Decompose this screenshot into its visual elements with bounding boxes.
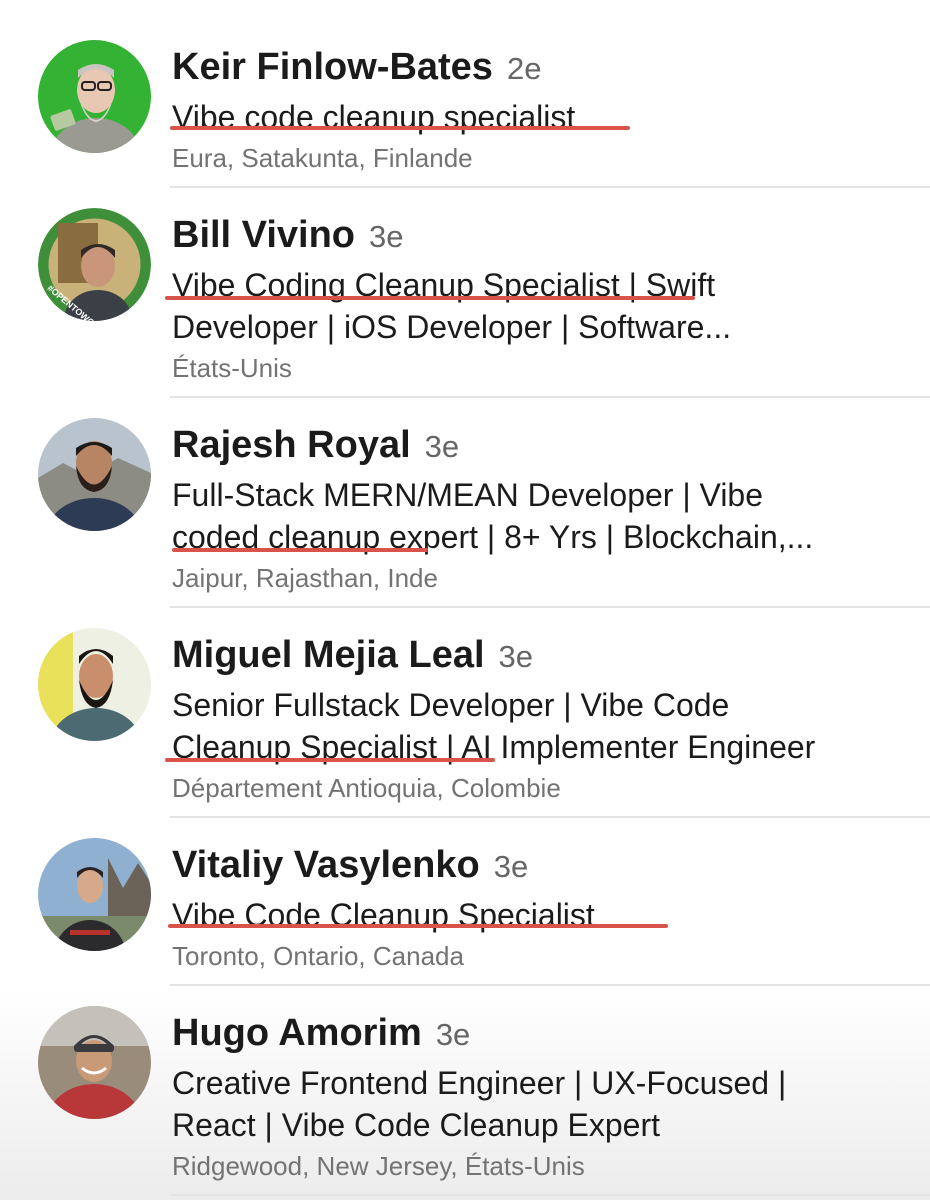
profile-name[interactable]: Bill Vivino (172, 214, 355, 256)
headline-line: Senior Fullstack Developer | Vibe Code (172, 687, 730, 723)
profile-name-row[interactable]: Keir Finlow-Bates 2e (172, 42, 910, 94)
headline-line: Vibe code cleanup specialist (172, 99, 576, 135)
list-item[interactable]: Hugo Amorim 3e Creative Frontend Engineer… (0, 986, 930, 1200)
profile-name[interactable]: Keir Finlow-Bates (172, 46, 493, 88)
connection-degree: 3e (369, 219, 404, 254)
headline-line: React | Vibe Code Cleanup Expert (172, 1107, 661, 1143)
search-results-list: Keir Finlow-Bates 2e Vibe code cleanup sp… (0, 0, 930, 1200)
person-avatar-icon (38, 1006, 151, 1119)
highlight-underline (165, 758, 495, 762)
profile-headline: Senior Fullstack Developer | Vibe Code C… (172, 684, 910, 768)
headline-line: Creative Frontend Engineer | UX-Focused … (172, 1065, 787, 1101)
headline-line: Developer | iOS Developer | Software... (172, 309, 732, 345)
headline-line: Vibe Code Cleanup Specialist (172, 897, 595, 933)
profile-name-row[interactable]: Bill Vivino 3e (172, 210, 910, 262)
profile-headline: Full-Stack MERN/MEAN Developer | Vibe co… (172, 474, 910, 558)
profile-location: États-Unis (172, 353, 292, 383)
list-item[interactable]: Keir Finlow-Bates 2e Vibe code cleanup sp… (0, 20, 930, 188)
highlight-underline (165, 296, 695, 300)
profile-name[interactable]: Miguel Mejia Leal (172, 634, 485, 676)
divider (170, 1194, 930, 1196)
profile-location: Jaipur, Rajasthan, Inde (172, 563, 438, 593)
profile-location: Département Antioquia, Colombie (172, 773, 561, 803)
profile-name-row[interactable]: Rajesh Royal 3e (172, 420, 910, 472)
highlight-underline (168, 924, 668, 928)
highlight-underline (170, 126, 630, 130)
avatar[interactable] (38, 628, 151, 741)
person-avatar-icon (38, 838, 151, 951)
person-avatar-icon (38, 418, 151, 531)
profile-location: Toronto, Ontario, Canada (172, 941, 464, 971)
profile-name[interactable]: Vitaliy Vasylenko (172, 844, 480, 886)
connection-degree: 3e (493, 849, 529, 884)
profile-headline: Creative Frontend Engineer | UX-Focused … (172, 1062, 910, 1146)
person-avatar-opentowork-icon: #OPENTOWORK (38, 208, 151, 321)
profile-headline: Vibe Code Cleanup Specialist (172, 894, 910, 936)
connection-degree: 3e (435, 1017, 471, 1052)
profile-name-row[interactable]: Hugo Amorim 3e (172, 1008, 910, 1060)
profile-name-row[interactable]: Miguel Mejia Leal 3e (172, 630, 910, 682)
connection-degree: 2e (506, 51, 542, 86)
avatar[interactable] (38, 838, 151, 951)
profile-name-row[interactable]: Vitaliy Vasylenko 3e (172, 840, 910, 892)
list-item[interactable]: Miguel Mejia Leal 3e Senior Fullstack Dev… (0, 608, 930, 818)
avatar[interactable] (38, 40, 151, 153)
connection-degree: 3e (498, 639, 534, 674)
avatar[interactable] (38, 418, 151, 531)
avatar[interactable] (38, 1006, 151, 1119)
connection-degree: 3e (424, 429, 460, 464)
list-item[interactable]: Rajesh Royal 3e Full-Stack MERN/MEAN Deve… (0, 398, 930, 608)
profile-headline: Vibe Coding Cleanup Specialist | Swift D… (172, 264, 910, 348)
avatar[interactable]: #OPENTOWORK (38, 208, 151, 321)
profile-name[interactable]: Rajesh Royal (172, 424, 411, 466)
profile-location: Ridgewood, New Jersey, États-Unis (172, 1151, 585, 1181)
person-avatar-icon (38, 40, 151, 153)
headline-line: Full-Stack MERN/MEAN Developer | Vibe (172, 477, 764, 513)
list-item[interactable]: Vitaliy Vasylenko 3e Vibe Code Cleanup Sp… (0, 818, 930, 986)
profile-name[interactable]: Hugo Amorim (172, 1012, 422, 1054)
person-avatar-icon (38, 628, 151, 741)
profile-headline: Vibe code cleanup specialist (172, 96, 910, 138)
profile-location: Eura, Satakunta, Finlande (172, 143, 473, 173)
highlight-underline (172, 548, 428, 552)
list-item[interactable]: #OPENTOWORK Bill Vivino 3e Vibe Coding Cl… (0, 188, 930, 398)
